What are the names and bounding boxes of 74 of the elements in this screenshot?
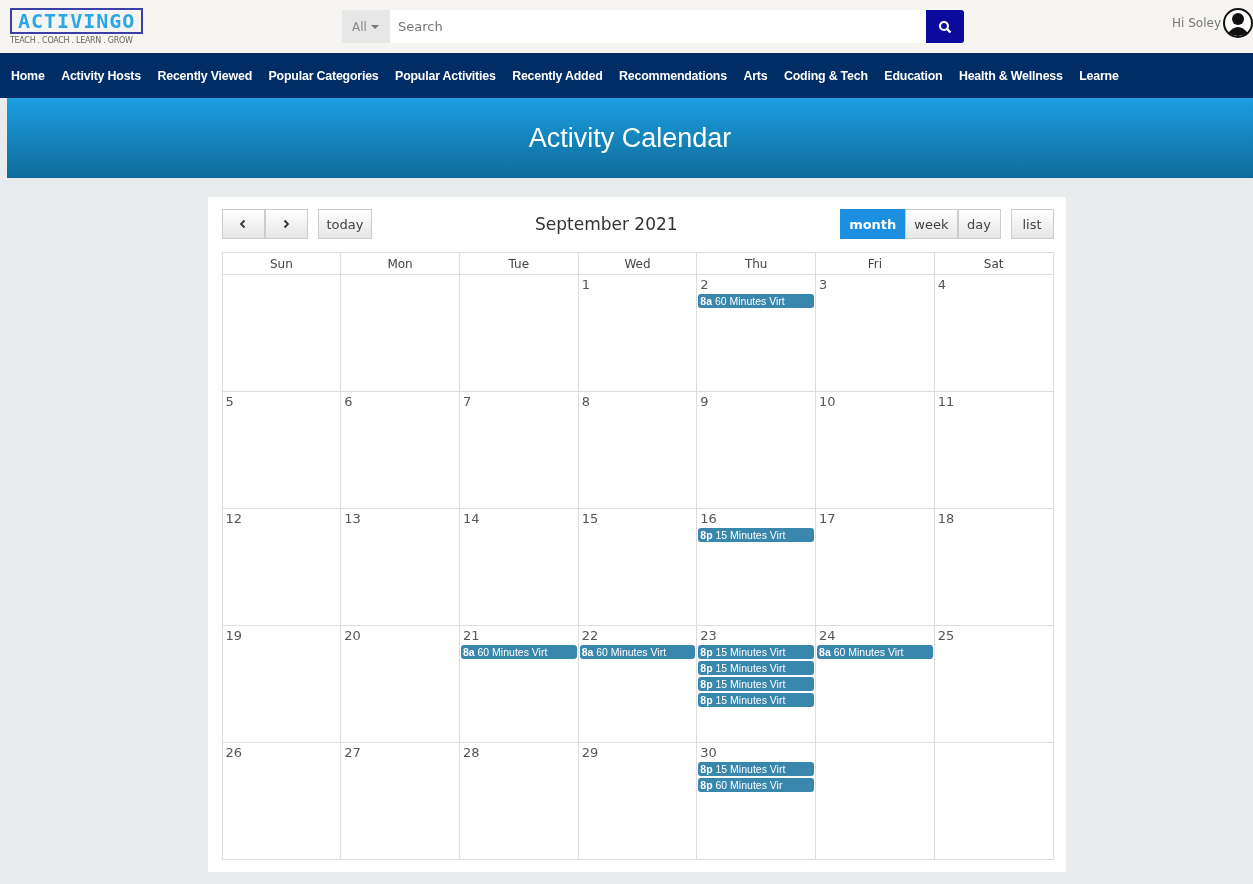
day-number: 28 <box>461 745 480 760</box>
day-number: 4 <box>936 277 947 292</box>
day-number: 10 <box>818 394 836 409</box>
nav-link[interactable]: Learne <box>1072 68 1129 83</box>
nav-link[interactable]: Popular Activities <box>388 68 506 83</box>
logo-wordmark: ACTIVINGO <box>10 8 144 34</box>
calendar-event[interactable]: 8p 15 Minutes Virt <box>698 693 815 707</box>
search-icon <box>938 19 952 34</box>
calendar-event[interactable]: 8a 60 Minutes Virt <box>579 645 696 659</box>
view-tab[interactable]: week <box>905 209 958 239</box>
day-number: 18 <box>936 511 955 526</box>
day-number: 7 <box>461 394 472 409</box>
search-button[interactable] <box>926 10 964 43</box>
day-number: 24 <box>818 628 836 643</box>
day-number: 29 <box>580 745 599 760</box>
search-field[interactable]: Search <box>390 10 926 43</box>
calendar-event[interactable]: 8p 15 Minutes Virt <box>698 528 815 542</box>
day-number: 15 <box>580 511 599 526</box>
weekday-header: Fri <box>816 253 935 275</box>
day-number: 26 <box>224 745 243 760</box>
view-tab[interactable]: day <box>957 209 1001 239</box>
caret-icon <box>370 24 379 29</box>
day-number: 8 <box>580 394 590 409</box>
calendar-event[interactable]: 8p 15 Minutes Virt <box>698 661 815 675</box>
day-number: 17 <box>818 511 836 526</box>
day-number: 27 <box>343 745 361 760</box>
nav-link[interactable]: Recently Viewed <box>150 68 262 83</box>
calendar-event[interactable]: 8p 60 Minutes Vir <box>698 778 815 792</box>
nav-link[interactable]: Home <box>4 68 55 83</box>
calendar-event[interactable]: 8p 15 Minutes Virt <box>698 645 815 659</box>
nav-link[interactable]: Recently Added <box>505 68 613 83</box>
avatar-icon[interactable] <box>1223 8 1253 38</box>
day-number: 11 <box>936 394 955 409</box>
calendar-event[interactable]: 8a 60 Minutes Virt <box>698 294 815 308</box>
page-title: Activity Calendar <box>528 122 732 154</box>
nav-link[interactable]: Arts <box>736 68 777 83</box>
nav-link[interactable]: Popular Categories <box>261 68 389 83</box>
day-number: 25 <box>936 628 955 643</box>
weekday-header: Wed <box>578 253 698 275</box>
chevron-right-icon <box>281 219 291 229</box>
user-greeting[interactable]: Hi Soley <box>1172 16 1221 30</box>
day-number: 13 <box>343 511 361 526</box>
day-number: 23 <box>699 628 717 643</box>
nav-link[interactable]: Activity Hosts <box>54 68 151 83</box>
day-number: 22 <box>580 628 599 643</box>
day-number: 1 <box>580 277 590 292</box>
logo-tagline: TEACH . COACH . LEARN . GROW <box>10 36 134 45</box>
day-number: 21 <box>461 628 480 643</box>
calendar-event[interactable]: 8p 15 Minutes Virt <box>698 677 815 691</box>
weekday-header: Thu <box>697 253 817 275</box>
nav-link[interactable]: Coding & Tech <box>776 68 878 83</box>
weekday-header: Sat <box>934 253 1054 275</box>
day-number: 3 <box>818 277 828 292</box>
calendar-event[interactable]: 8p 15 Minutes Virt <box>698 762 815 776</box>
day-number: 16 <box>699 511 717 526</box>
logo[interactable]: ACTIVINGO TEACH . COACH . LEARN . GROW <box>10 8 146 45</box>
chevron-left-icon <box>238 219 248 229</box>
today-button[interactable]: today <box>317 209 373 239</box>
day-number: 6 <box>343 394 353 409</box>
day-number: 19 <box>224 628 243 643</box>
nav-link[interactable]: Health & Wellness <box>951 68 1073 83</box>
calendar-event[interactable]: 8a 60 Minutes Virt <box>460 645 577 659</box>
month-title: September 2021 <box>533 214 679 234</box>
calendar-event[interactable]: 8a 60 Minutes Virt <box>817 645 933 659</box>
day-number: 2 <box>699 277 709 292</box>
day-number: 30 <box>699 745 717 760</box>
day-number: 9 <box>699 394 709 409</box>
day-number: 20 <box>343 628 361 643</box>
day-number: 14 <box>461 511 480 526</box>
day-number: 5 <box>224 394 234 409</box>
nav-link[interactable]: Recommendations <box>612 68 737 83</box>
nav-link[interactable]: Education <box>877 68 952 83</box>
list-button[interactable]: list <box>1010 209 1054 239</box>
day-number: 12 <box>224 511 243 526</box>
